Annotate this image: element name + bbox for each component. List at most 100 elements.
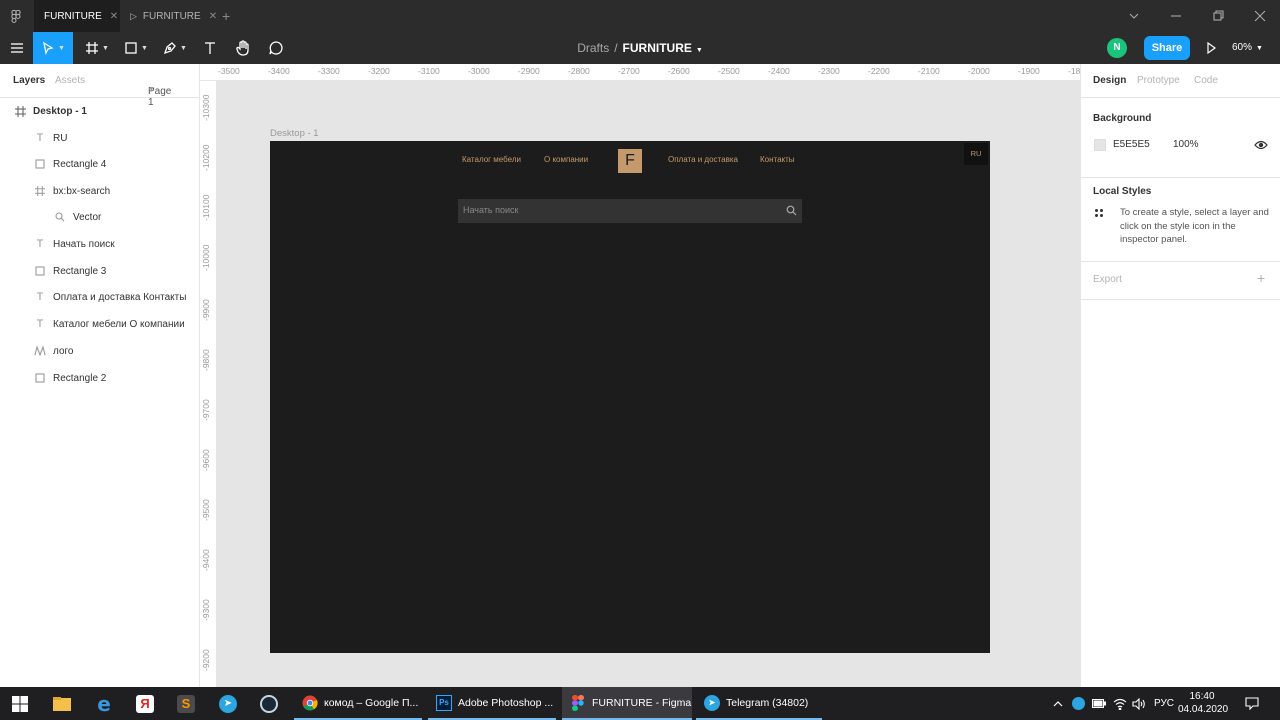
clock-time: 16:40 — [1189, 691, 1215, 702]
layer-name: bx:bx-search — [53, 185, 111, 197]
close-tab-icon[interactable]: ✕ — [209, 11, 217, 22]
language-badge[interactable]: RU — [964, 143, 988, 165]
ruler-tick: -2400 — [768, 66, 790, 76]
layer-ru[interactable]: T RU — [0, 125, 200, 151]
add-export-plus-icon[interactable]: + — [1257, 270, 1265, 286]
minimize-icon[interactable] — [1169, 9, 1183, 23]
nav-oplata[interactable]: Оплата и доставка — [668, 155, 738, 164]
layer-rectangle-3[interactable]: Rectangle 3 — [0, 258, 200, 284]
clock[interactable]: 16:40 04.04.2020 — [1178, 690, 1228, 716]
hamburger-menu-icon[interactable] — [0, 32, 33, 64]
nav-o-kompanii[interactable]: О компании — [544, 155, 588, 164]
close-tab-icon[interactable]: ✕ — [110, 11, 118, 22]
ruler-tick: -9700 — [201, 399, 211, 421]
ruler-tick: -2800 — [568, 66, 590, 76]
yandex-browser-icon[interactable]: Я — [125, 687, 165, 720]
file-name[interactable]: FURNITURE — [623, 41, 692, 55]
layer-rectangle-4[interactable]: Rectangle 4 — [0, 151, 200, 177]
tab-furniture-editor[interactable]: FURNITURE ✕ — [34, 0, 120, 32]
taskbar-app-chrome[interactable]: комод – Google П... — [294, 687, 422, 720]
tab-prototype[interactable]: Prototype — [1137, 75, 1180, 86]
title-bar: FURNITURE ✕ ▷ FURNITURE ✕ + — [0, 0, 1280, 32]
layer-katalog-o-kompanii[interactable]: T Каталог мебели О компании — [0, 311, 200, 337]
local-styles-title: Local Styles — [1093, 186, 1152, 197]
ruler-tick: -9500 — [201, 499, 211, 521]
tab-assets[interactable]: Assets — [55, 75, 85, 86]
layer-oplata-kontakty[interactable]: T Оплата и доставка Контакты — [0, 284, 200, 310]
restore-icon[interactable] — [1211, 9, 1225, 23]
taskbar-app-telegram[interactable]: ➤ Telegram (34802) — [696, 687, 822, 720]
tray-chevron-up-icon[interactable] — [1052, 687, 1064, 720]
input-language[interactable]: РУС — [1154, 687, 1174, 720]
logo[interactable]: F — [618, 149, 642, 173]
nav-katalog[interactable]: Каталог мебели — [462, 155, 521, 164]
background-opacity-input[interactable]: 100% — [1173, 139, 1199, 150]
frame-label[interactable]: Desktop - 1 — [270, 128, 319, 139]
ruler-horizontal: -3500 -3400 -3300 -3200 -3100 -3000 -290… — [200, 64, 1080, 81]
tab-layers[interactable]: Layers — [13, 75, 45, 86]
layer-rectangle-2[interactable]: Rectangle 2 — [0, 365, 200, 391]
rectangle-icon — [125, 42, 137, 54]
text-tool-button[interactable] — [198, 32, 222, 64]
ruler-tick: -2700 — [618, 66, 640, 76]
taskbar-app-figma[interactable]: FURNITURE - Figma — [562, 687, 692, 720]
shape-tool-button[interactable]: ▼ — [119, 32, 153, 64]
comment-tool-button[interactable] — [264, 32, 288, 64]
tab-label: FURNITURE — [142, 10, 201, 22]
chevron-down-icon[interactable] — [1127, 9, 1141, 23]
pen-tool-button[interactable]: ▼ — [158, 32, 192, 64]
share-button[interactable]: Share — [1144, 36, 1190, 60]
avatar[interactable]: N — [1107, 38, 1127, 58]
tab-code[interactable]: Code — [1194, 75, 1218, 86]
windows-start-icon[interactable] — [0, 687, 40, 720]
search-icon — [786, 205, 797, 216]
close-window-icon[interactable] — [1253, 9, 1267, 23]
zoom-dropdown[interactable]: 60% ▼ — [1232, 32, 1263, 64]
present-play-icon[interactable] — [1204, 41, 1218, 55]
background-color-swatch[interactable] — [1094, 139, 1106, 151]
file-explorer-icon[interactable] — [42, 687, 82, 720]
taskbar-app-photoshop[interactable]: Ps Adobe Photoshop ... — [428, 687, 556, 720]
edge-browser-icon[interactable]: e — [84, 687, 124, 720]
chrome-icon — [302, 695, 318, 711]
taskbar-app-label: Telegram (34802) — [726, 696, 809, 709]
canvas[interactable]: Desktop - 1 Каталог мебели О компании F … — [217, 81, 1080, 687]
battery-icon[interactable] — [1092, 687, 1106, 720]
tray-telegram-icon[interactable] — [1072, 687, 1085, 720]
layer-desktop-1[interactable]: Desktop - 1 — [0, 98, 200, 124]
telegram-pinned-icon[interactable]: ➤ — [208, 687, 248, 720]
eye-icon[interactable] — [1254, 139, 1268, 151]
tab-design[interactable]: Design — [1093, 75, 1126, 86]
search-bar[interactable]: Начать поиск — [458, 199, 802, 223]
move-tool-button[interactable]: ▼ — [33, 32, 73, 64]
sublime-text-icon[interactable]: S — [166, 687, 206, 720]
background-hex-input[interactable]: E5E5E5 — [1113, 139, 1150, 150]
ruler-tick: -2300 — [818, 66, 840, 76]
new-tab-plus-icon[interactable]: + — [222, 8, 230, 24]
wifi-icon[interactable] — [1113, 687, 1127, 720]
ruler-tick: -9200 — [201, 649, 211, 671]
volume-icon[interactable] — [1132, 687, 1146, 720]
layer-logo[interactable]: лого — [0, 338, 200, 364]
breadcrumb-drafts[interactable]: Drafts — [577, 41, 609, 55]
ruler-tick: -9400 — [201, 549, 211, 571]
hand-tool-button[interactable] — [231, 32, 255, 64]
chevron-down-icon: ▼ — [148, 86, 155, 93]
local-styles-section: Local Styles To create a style, select a… — [1081, 178, 1280, 262]
layer-nachat-poisk[interactable]: T Начать поиск — [0, 231, 200, 257]
text-icon: T — [36, 132, 44, 144]
notifications-icon[interactable] — [1245, 687, 1259, 720]
text-icon: T — [36, 291, 44, 303]
frame-tool-button[interactable]: ▼ — [80, 32, 114, 64]
ruler-tick: -2000 — [968, 66, 990, 76]
text-icon: T — [36, 238, 44, 250]
chevron-down-icon[interactable]: ▼ — [696, 47, 703, 54]
layer-vector[interactable]: Vector — [0, 204, 200, 230]
tab-furniture-prototype[interactable]: ▷ FURNITURE ✕ — [120, 0, 217, 32]
layer-bx-search[interactable]: bx:bx-search — [0, 178, 200, 204]
steam-icon[interactable] — [249, 687, 289, 720]
desktop-frame[interactable]: Каталог мебели О компании F Оплата и дос… — [270, 141, 990, 653]
local-styles-hint: To create a style, select a layer and cl… — [1120, 207, 1269, 245]
figma-menu-icon[interactable] — [8, 9, 24, 25]
nav-kontakty[interactable]: Контакты — [760, 155, 795, 164]
